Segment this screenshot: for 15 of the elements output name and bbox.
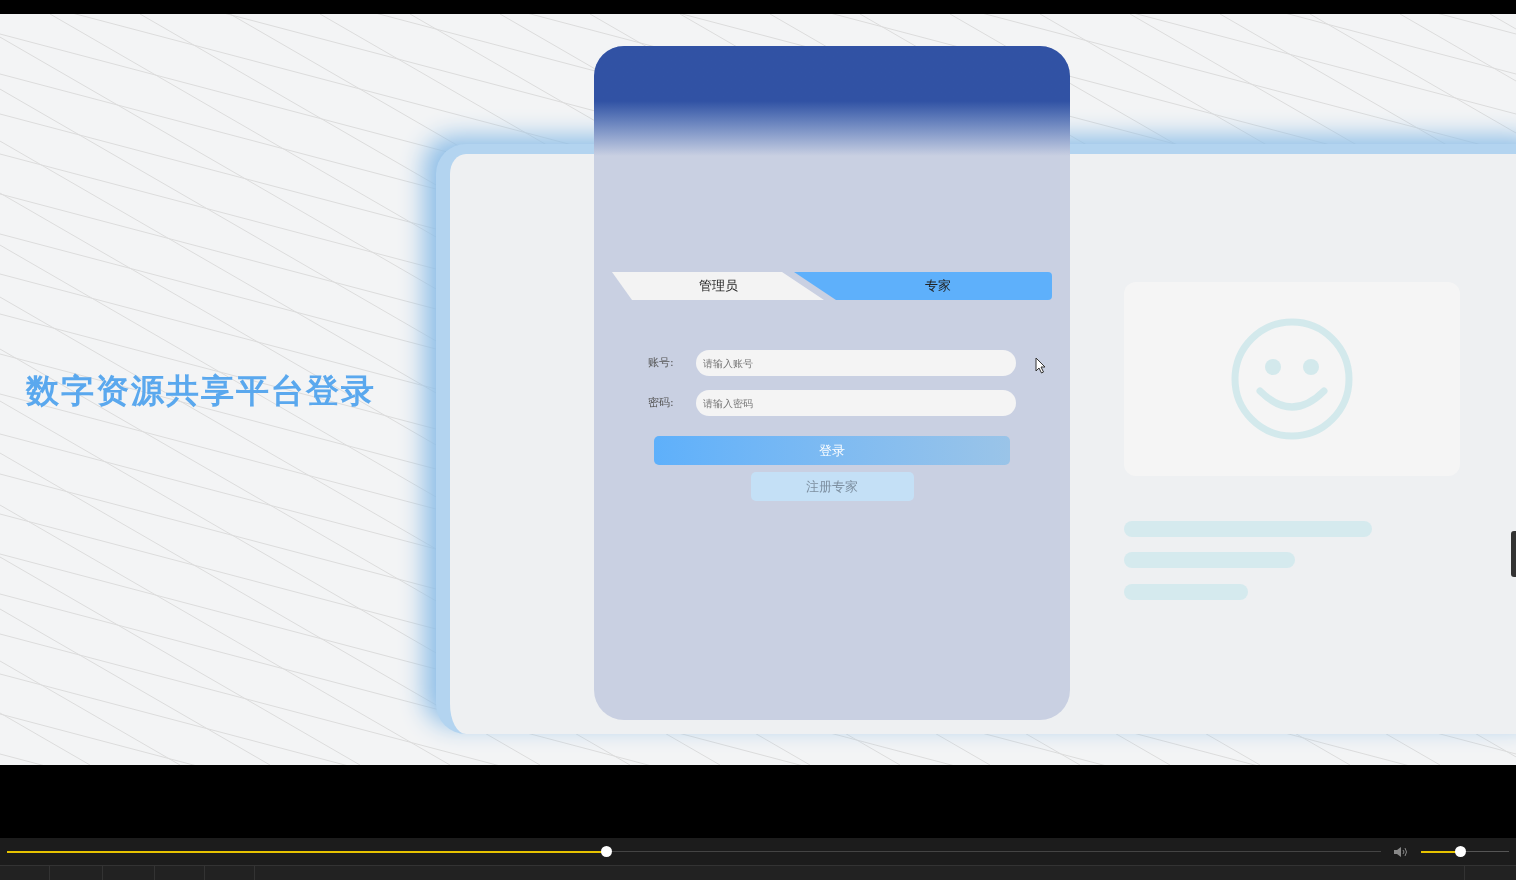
volume-thumb[interactable]: [1454, 846, 1466, 857]
input-field[interactable]: 请输入账号: [695, 350, 1016, 376]
field-label: 密码:: [648, 394, 675, 411]
volume-slider[interactable]: [1421, 845, 1509, 858]
field-label: 账号:: [648, 354, 675, 371]
role-tab[interactable]: 专家: [794, 272, 1052, 300]
page-title: 数字资源共享平台登录: [26, 370, 376, 412]
role-tab[interactable]: 管理员: [612, 272, 824, 300]
side-handle: [1511, 531, 1516, 577]
smiley-icon: [1231, 318, 1353, 440]
cursor-icon: [1035, 357, 1046, 374]
progress-slider[interactable]: [7, 845, 1381, 858]
volume-icon[interactable]: [1393, 845, 1409, 858]
progress-thumb[interactable]: [601, 846, 613, 857]
input-field[interactable]: 请输入密码: [695, 390, 1016, 416]
